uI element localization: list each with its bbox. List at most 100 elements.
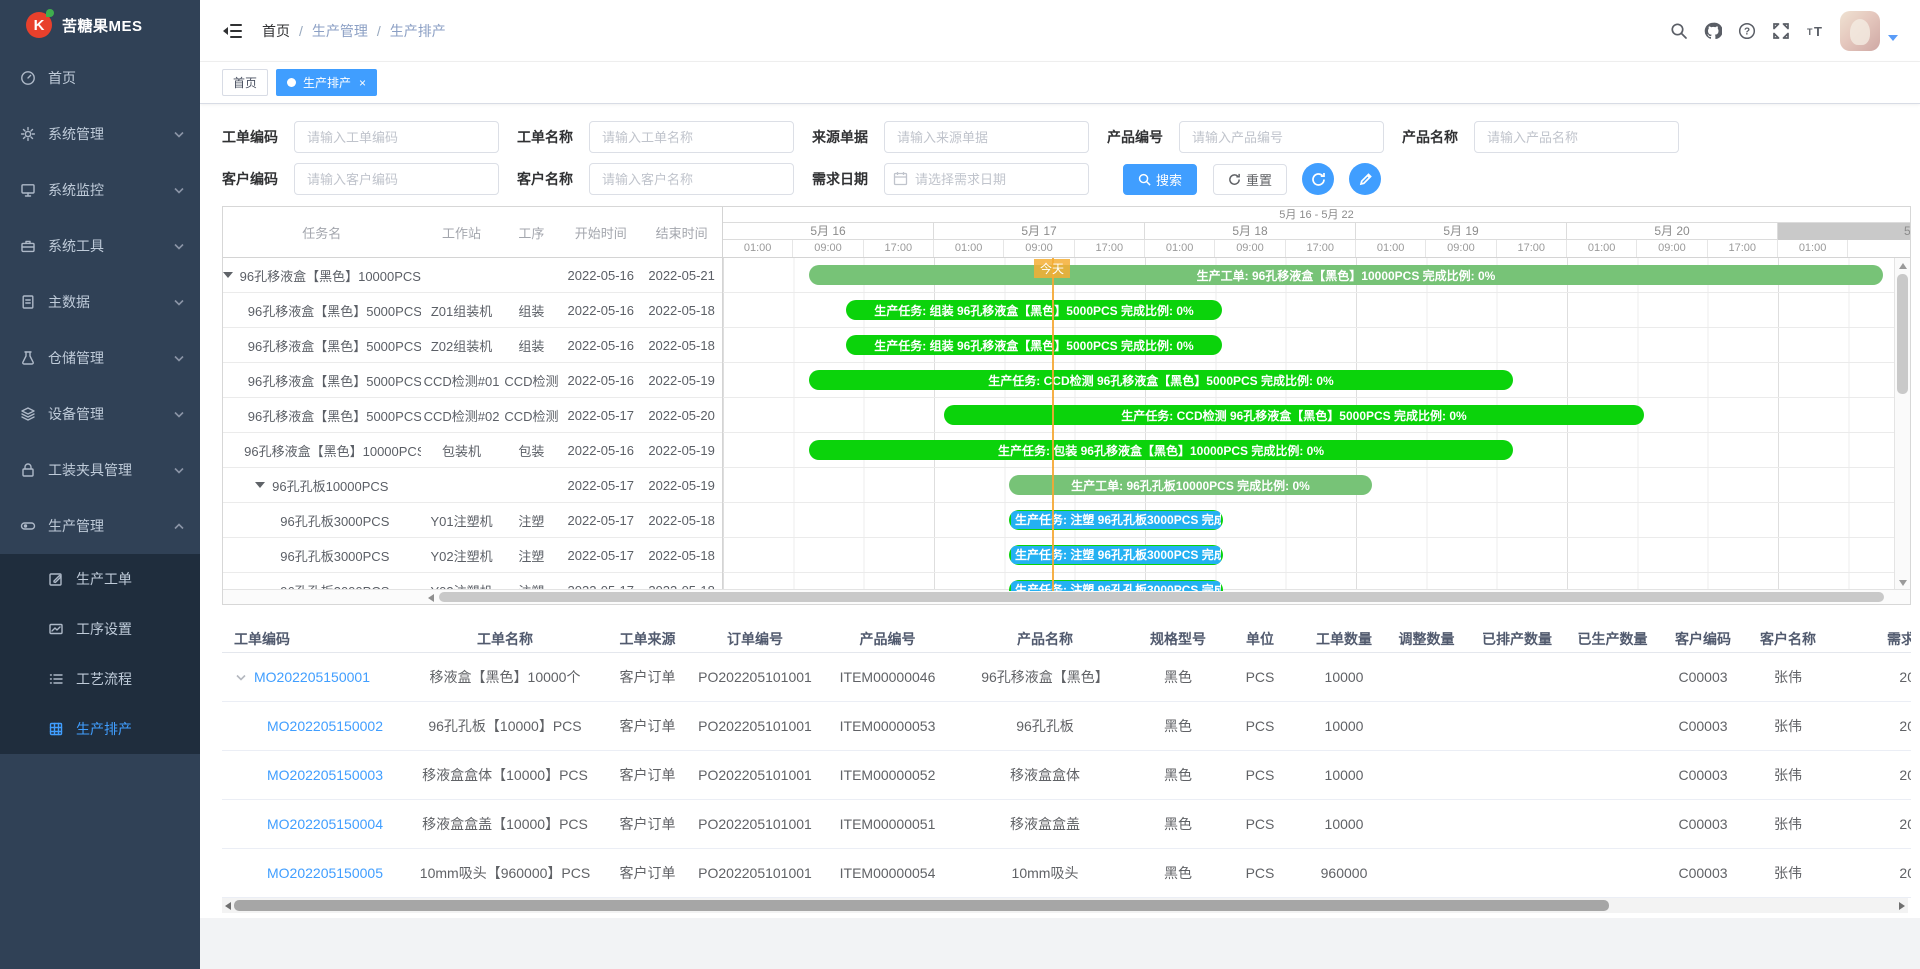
work-order-name-input[interactable] <box>589 121 794 153</box>
chevron-down-icon <box>174 355 184 362</box>
sidebar-item-label: 主数据 <box>48 292 90 312</box>
sidebar-toggle-icon[interactable] <box>222 23 242 39</box>
sidebar-item-warehouse[interactable]: 仓储管理 <box>0 330 200 386</box>
sidebar-item-master-data[interactable]: 主数据 <box>0 274 200 330</box>
edit-icon <box>48 571 64 587</box>
sidebar-item-process-flow[interactable]: 工艺流程 <box>0 654 200 704</box>
gantt-horizontal-scrollbar[interactable] <box>223 589 1910 604</box>
gantt-task-row[interactable]: 96孔移液盒【黑色】10000PCS 2022-05-162022-05-21 <box>223 258 722 293</box>
sidebar-item-label: 工序设置 <box>76 619 132 639</box>
demand-date-input[interactable] <box>884 163 1089 195</box>
search-button[interactable]: 搜索 <box>1123 164 1197 195</box>
table-row[interactable]: MO202205150005 10mm吸头【960000】PCS客户订单 PO2… <box>222 849 1911 898</box>
breadcrumb-home[interactable]: 首页 <box>262 21 290 41</box>
source-doc-input[interactable] <box>884 121 1089 153</box>
sidebar-item-production-scheduling[interactable]: 生产排产 <box>0 704 200 754</box>
table-row[interactable]: MO202205150001 移液盒【黑色】10000个客户订单 PO20220… <box>222 653 1911 702</box>
dashboard-icon <box>20 70 36 86</box>
gantt-bar[interactable]: 生产任务: CCD检测 96孔移液盒【黑色】5000PCS 完成比例: 0% <box>809 370 1513 390</box>
gantt-bar-selected[interactable]: 生产任务: 注塑 96孔孔板3000PCS 完成比例: 0% <box>1009 545 1223 565</box>
gantt-bar-selected[interactable]: 生产任务: 注塑 96孔孔板3000PCS 完成比例: 0% <box>1009 580 1223 591</box>
gantt-task-row[interactable]: 96孔孔板3000PCS Y02注塑机注塑 2022-05-172022-05-… <box>223 538 722 573</box>
tab-production-scheduling[interactable]: 生产排产 × <box>276 69 377 96</box>
sidebar-item-production[interactable]: 生产管理 <box>0 498 200 554</box>
reset-button[interactable]: 重置 <box>1213 164 1287 195</box>
gantt-task-row[interactable]: 96孔孔板10000PCS 2022-05-172022-05-19 <box>223 468 722 503</box>
gantt-col-start: 开始时间 <box>560 223 641 242</box>
search-icon[interactable] <box>1662 14 1696 48</box>
chevron-down-icon <box>174 187 184 194</box>
collapse-caret-icon[interactable] <box>255 482 265 488</box>
gantt-task-row[interactable]: 96孔移液盒【黑色】5000PCS Z02组装机组装 2022-05-16202… <box>223 328 722 363</box>
close-icon[interactable]: × <box>359 77 366 89</box>
gear-icon <box>20 126 36 142</box>
sidebar-item-fixture[interactable]: 工装夹具管理 <box>0 442 200 498</box>
edit-button[interactable] <box>1349 163 1381 195</box>
calendar-icon <box>893 171 908 186</box>
work-order-link[interactable]: MO202205150003 <box>267 767 383 783</box>
tags-view-bar: 首页 生产排产 × <box>200 62 1920 104</box>
tab-home[interactable]: 首页 <box>222 69 268 96</box>
breadcrumb-scheduling: 生产排产 <box>390 21 446 41</box>
field-label: 产品编号 <box>1107 127 1179 147</box>
product-code-input[interactable] <box>1179 121 1384 153</box>
scroll-left-icon[interactable] <box>428 594 434 602</box>
gantt-task-row[interactable]: 96孔移液盒【黑色】5000PCS Z01组装机组装 2022-05-16202… <box>223 293 722 328</box>
gantt-bar[interactable]: 生产工单: 96孔移液盒【黑色】10000PCS 完成比例: 0% <box>809 265 1883 285</box>
sidebar-item-system-monitor[interactable]: 系统监控 <box>0 162 200 218</box>
scrollbar-thumb[interactable] <box>234 900 1609 911</box>
work-order-link[interactable]: MO202205150001 <box>254 669 370 685</box>
app-logo[interactable]: K 苦糖果MES <box>0 0 200 50</box>
gantt-bar[interactable]: 生产任务: 包装 96孔移液盒【黑色】10000PCS 完成比例: 0% <box>809 440 1513 460</box>
field-label: 工单编码 <box>222 127 294 147</box>
sidebar-item-system-mgmt[interactable]: 系统管理 <box>0 106 200 162</box>
gantt-bar[interactable]: 生产任务: 组装 96孔移液盒【黑色】5000PCS 完成比例: 0% <box>846 335 1222 355</box>
table-row[interactable]: MO202205150004 移液盒盒盖【10000】PCS客户订单 PO202… <box>222 800 1911 849</box>
customer-name-input[interactable] <box>589 163 794 195</box>
refresh-button[interactable] <box>1302 163 1334 195</box>
gantt-task-row[interactable]: 96孔移液盒【黑色】10000PCS 包装机包装 2022-05-162022-… <box>223 433 722 468</box>
scrollbar-thumb[interactable] <box>439 592 1884 602</box>
product-name-input[interactable] <box>1474 121 1679 153</box>
gantt-vertical-scrollbar[interactable] <box>1894 258 1910 591</box>
gantt-task-row[interactable]: 96孔移液盒【黑色】5000PCS CCD检测#02CCD检测 2022-05-… <box>223 398 722 433</box>
scroll-right-icon[interactable] <box>1899 902 1905 910</box>
table-horizontal-scrollbar[interactable] <box>222 898 1908 913</box>
gantt-timeline: 5月 16 - 5月 22 5月 16 5月 17 5月 18 5月 19 5月… <box>723 207 1910 591</box>
gantt-bar[interactable]: 生产工单: 96孔孔板10000PCS 完成比例: 0% <box>1009 475 1372 495</box>
customer-code-input[interactable] <box>294 163 499 195</box>
work-order-code-input[interactable] <box>294 121 499 153</box>
sidebar-item-equipment[interactable]: 设备管理 <box>0 386 200 442</box>
gantt-bar-selected[interactable]: 生产任务: 注塑 96孔孔板3000PCS 完成比例: 0% <box>1009 510 1223 530</box>
user-menu-caret-icon[interactable] <box>1888 35 1898 41</box>
table-row[interactable]: MO202205150003 移液盒盒体【10000】PCS客户订单 PO202… <box>222 751 1911 800</box>
sidebar-item-label: 生产工单 <box>76 569 132 589</box>
github-icon[interactable] <box>1696 14 1730 48</box>
collapse-caret-icon[interactable] <box>223 272 233 278</box>
sidebar-item-home[interactable]: 首页 <box>0 50 200 106</box>
table-row[interactable]: MO202205150002 96孔孔板【10000】PCS客户订单 PO202… <box>222 702 1911 751</box>
work-order-link[interactable]: MO202205150004 <box>267 816 383 832</box>
scrollbar-thumb[interactable] <box>1897 274 1908 394</box>
sidebar-item-process-setting[interactable]: 工序设置 <box>0 604 200 654</box>
gantt-bar[interactable]: 生产任务: 组装 96孔移液盒【黑色】5000PCS 完成比例: 0% <box>846 300 1222 320</box>
scroll-up-icon[interactable] <box>1899 263 1907 269</box>
expand-chevron-icon[interactable] <box>236 674 246 681</box>
scroll-down-icon[interactable] <box>1899 580 1907 586</box>
gantt-task-row[interactable]: 96孔移液盒【黑色】5000PCS CCD检测#01CCD检测 2022-05-… <box>223 363 722 398</box>
sidebar-item-system-tools[interactable]: 系统工具 <box>0 218 200 274</box>
field-label: 客户编码 <box>222 169 294 189</box>
breadcrumb-production[interactable]: 生产管理 <box>312 21 368 41</box>
font-size-icon[interactable]: TT <box>1798 14 1832 48</box>
gantt-bar[interactable]: 生产任务: CCD检测 96孔移液盒【黑色】5000PCS 完成比例: 0% <box>944 405 1644 425</box>
scroll-left-icon[interactable] <box>225 902 231 910</box>
fullscreen-icon[interactable] <box>1764 14 1798 48</box>
sidebar-item-label: 工艺流程 <box>76 669 132 689</box>
sidebar-item-work-order[interactable]: 生产工单 <box>0 554 200 604</box>
work-order-link[interactable]: MO202205150005 <box>267 865 383 881</box>
gantt-task-row[interactable]: 96孔孔板3000PCS Y01注塑机注塑 2022-05-172022-05-… <box>223 503 722 538</box>
user-avatar[interactable] <box>1840 11 1880 51</box>
help-icon[interactable]: ? <box>1730 14 1764 48</box>
lock-icon <box>20 462 36 478</box>
work-order-link[interactable]: MO202205150002 <box>267 718 383 734</box>
